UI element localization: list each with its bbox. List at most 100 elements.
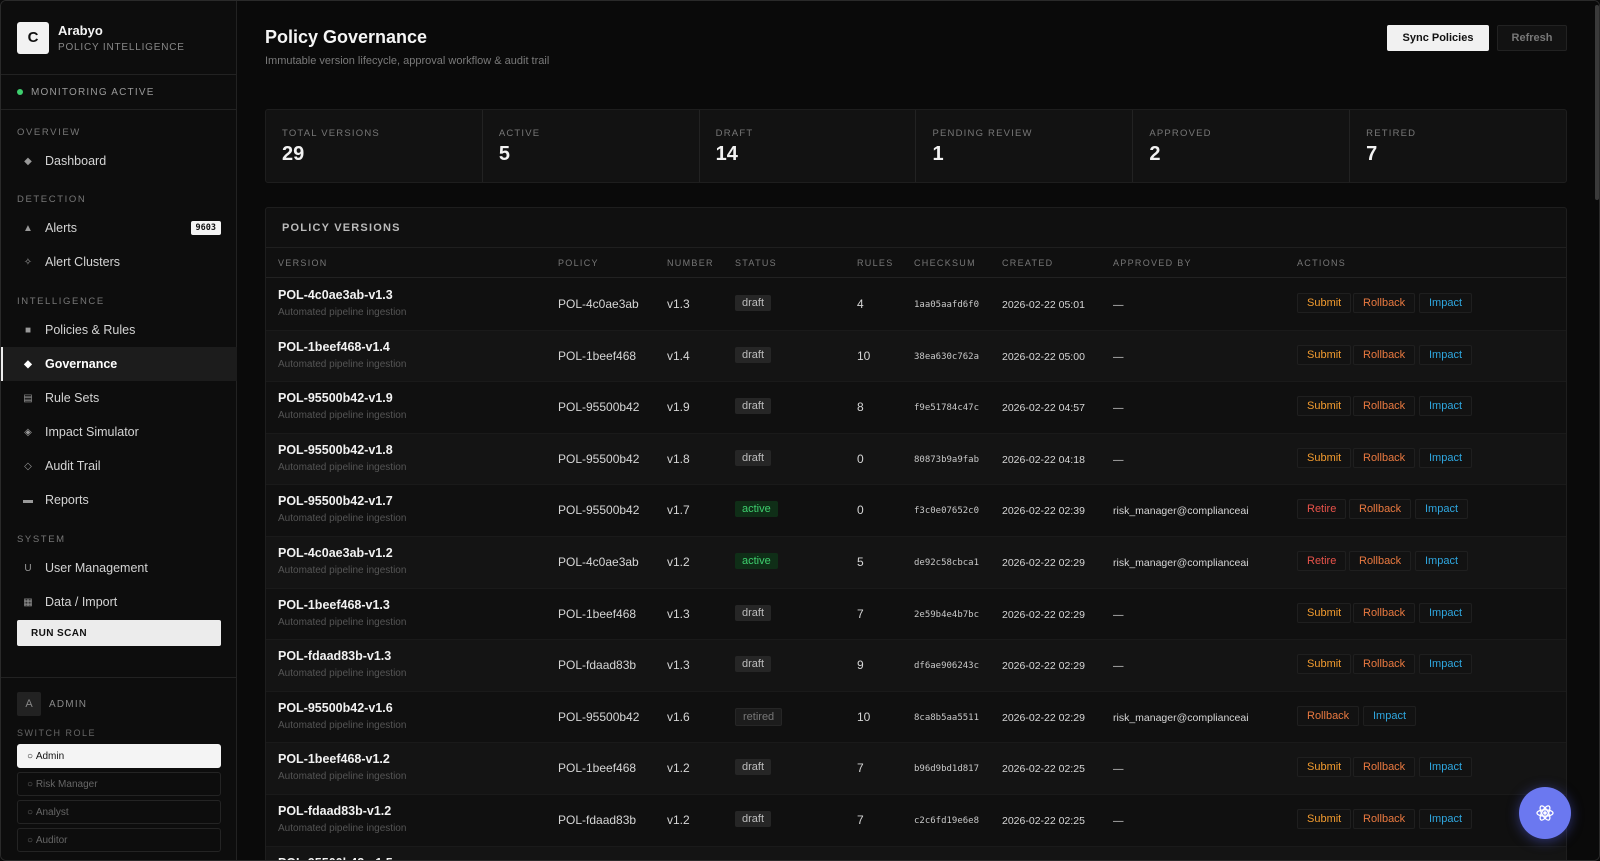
version-number: v1.2 (667, 812, 690, 827)
table-row[interactable]: POL-95500b42-v1.5 (266, 846, 1566, 860)
column-header[interactable]: CREATED (1002, 258, 1053, 268)
app-window: C Arabyo POLICY INTELLIGENCE MONITORING … (0, 0, 1600, 861)
column-header[interactable]: VERSION (278, 258, 328, 268)
rollback-button[interactable]: Rollback (1353, 447, 1416, 468)
version-description: Automated pipeline ingestion (278, 771, 407, 783)
checksum: 80873b9a9fab (914, 454, 980, 465)
sidebar-item-rule-sets[interactable]: ▤ Rule Sets (1, 381, 237, 415)
table-row[interactable]: POL-95500b42-v1.7 Automated pipeline inge… (266, 485, 1566, 537)
sidebar-item-policies-rules[interactable]: ■ Policies & Rules (1, 313, 237, 347)
column-header[interactable]: STATUS (735, 258, 777, 268)
sidebar-item-governance[interactable]: ◆ Governance (1, 347, 237, 381)
sidebar-item-user-management[interactable]: U User Management (1, 551, 237, 585)
role-button-admin[interactable]: ○ Admin (17, 744, 221, 768)
rollback-button[interactable]: Rollback (1353, 293, 1416, 313)
table-row[interactable]: POL-95500b42-v1.6 Automated pipeline inge… (266, 692, 1566, 744)
sidebar-item-alert-clusters[interactable]: ✧ Alert Clusters (1, 245, 237, 279)
version-number: v1.3 (667, 658, 690, 673)
version-name[interactable]: POL-95500b42-v1.8 (278, 443, 393, 457)
rollback-button[interactable]: Rollback (1353, 344, 1416, 365)
submit-button[interactable]: Submit (1297, 757, 1352, 778)
retire-button[interactable]: Retire (1297, 499, 1347, 520)
sidebar-item-impact-simulator[interactable]: ◈ Impact Simulator (1, 415, 237, 449)
rollback-button[interactable]: Rollback (1297, 705, 1360, 726)
scrollbar-thumb[interactable] (1595, 5, 1599, 200)
rollback-button[interactable]: Rollback (1353, 757, 1416, 778)
status-badge: draft (735, 759, 772, 776)
version-name[interactable]: POL-95500b42-v1.5 (278, 856, 393, 860)
table-row[interactable]: POL-4c0ae3ab-v1.2 Automated pipeline inge… (266, 536, 1566, 589)
rollback-button[interactable]: Rollback (1353, 808, 1416, 829)
rules-count: 7 (857, 606, 864, 621)
submit-button[interactable]: Submit (1297, 447, 1352, 468)
column-header[interactable]: APPROVED BY (1113, 258, 1192, 268)
sidebar-item-dashboard[interactable]: ◆ Dashboard (1, 144, 237, 178)
role-button-auditor[interactable]: ○ Auditor (17, 828, 221, 852)
impact-button[interactable]: Impact (1419, 293, 1473, 313)
column-header[interactable]: ACTIONS (1297, 258, 1346, 268)
sync-policies-button[interactable]: Sync Policies (1387, 25, 1489, 51)
table-row[interactable]: POL-95500b42-v1.8 Automated pipeline inge… (266, 433, 1566, 486)
radio-icon: ○ (27, 778, 36, 790)
version-name[interactable]: POL-4c0ae3ab-v1.2 (278, 546, 393, 560)
page-subtitle: Immutable version lifecycle, approval wo… (265, 55, 550, 67)
version-name[interactable]: POL-1beef468-v1.2 (278, 752, 390, 766)
table-row[interactable]: POL-4c0ae3ab-v1.3 Automated pipeline inge… (266, 279, 1566, 331)
impact-button[interactable]: Impact (1363, 705, 1417, 726)
impact-button[interactable]: Impact (1419, 654, 1473, 675)
impact-button[interactable]: Impact (1415, 499, 1469, 520)
rollback-button[interactable]: Rollback (1353, 654, 1416, 675)
table-row[interactable]: POL-fdaad83b-v1.2 Automated pipeline inge… (266, 795, 1566, 847)
created-date: 2026-02-22 05:01 (1002, 299, 1085, 311)
table-row[interactable]: POL-95500b42-v1.9 Automated pipeline inge… (266, 382, 1566, 434)
submit-button[interactable]: Submit (1297, 344, 1352, 365)
version-name[interactable]: POL-1beef468-v1.4 (278, 340, 390, 354)
column-header[interactable]: CHECKSUM (914, 258, 976, 268)
triangle-icon: ▲ (23, 222, 33, 234)
sidebar-item-reports[interactable]: ▬ Reports (1, 483, 237, 517)
sidebar-item-audit-trail[interactable]: ◇ Audit Trail (1, 449, 237, 483)
impact-button[interactable]: Impact (1419, 602, 1473, 623)
submit-button[interactable]: Submit (1297, 654, 1352, 675)
version-name[interactable]: POL-95500b42-v1.7 (278, 494, 393, 508)
rollback-button[interactable]: Rollback (1349, 499, 1412, 520)
run-scan-button[interactable]: RUN SCAN (17, 620, 221, 646)
version-name[interactable]: POL-4c0ae3ab-v1.3 (278, 288, 393, 302)
refresh-button[interactable]: Refresh (1497, 25, 1567, 51)
assistant-fab-button[interactable] (1519, 787, 1571, 839)
retire-button[interactable]: Retire (1297, 550, 1347, 571)
approved-by: — (1113, 299, 1124, 311)
submit-button[interactable]: Submit (1297, 808, 1352, 829)
table-row[interactable]: POL-fdaad83b-v1.3 Automated pipeline inge… (266, 640, 1566, 692)
role-button-analyst[interactable]: ○ Analyst (17, 800, 221, 824)
version-name[interactable]: POL-fdaad83b-v1.2 (278, 804, 391, 818)
sidebar-item-alerts[interactable]: ▲ Alerts 9603 (1, 211, 237, 245)
rollback-button[interactable]: Rollback (1349, 550, 1412, 571)
version-name[interactable]: POL-fdaad83b-v1.3 (278, 649, 391, 663)
impact-button[interactable]: Impact (1419, 757, 1473, 778)
submit-button[interactable]: Submit (1297, 602, 1352, 623)
impact-button[interactable]: Impact (1419, 447, 1473, 468)
version-name[interactable]: POL-95500b42-v1.6 (278, 701, 393, 715)
table-row[interactable]: POL-1beef468-v1.2 Automated pipeline inge… (266, 743, 1566, 795)
impact-button[interactable]: Impact (1415, 550, 1469, 571)
role-button-risk-manager[interactable]: ○ Risk Manager (17, 772, 221, 796)
rollback-button[interactable]: Rollback (1353, 396, 1416, 417)
table-row[interactable]: POL-1beef468-v1.3 Automated pipeline inge… (266, 589, 1566, 641)
column-header[interactable]: POLICY (558, 258, 599, 268)
impact-button[interactable]: Impact (1419, 344, 1473, 365)
sidebar-item-data-import[interactable]: ▦ Data / Import (1, 585, 237, 619)
impact-button[interactable]: Impact (1419, 808, 1473, 829)
stat-draft: DRAFT 14 (700, 110, 917, 182)
column-header[interactable]: NUMBER (667, 258, 714, 268)
version-name[interactable]: POL-1beef468-v1.3 (278, 598, 390, 612)
brand[interactable]: C Arabyo POLICY INTELLIGENCE (1, 1, 236, 75)
rollback-button[interactable]: Rollback (1353, 602, 1416, 623)
version-name[interactable]: POL-95500b42-v1.9 (278, 391, 393, 405)
approved-by: — (1113, 350, 1124, 363)
impact-button[interactable]: Impact (1419, 396, 1473, 417)
table-row[interactable]: POL-1beef468-v1.4 Automated pipeline inge… (266, 330, 1566, 383)
column-header[interactable]: RULES (857, 258, 894, 268)
submit-button[interactable]: Submit (1297, 293, 1352, 313)
submit-button[interactable]: Submit (1297, 396, 1352, 417)
